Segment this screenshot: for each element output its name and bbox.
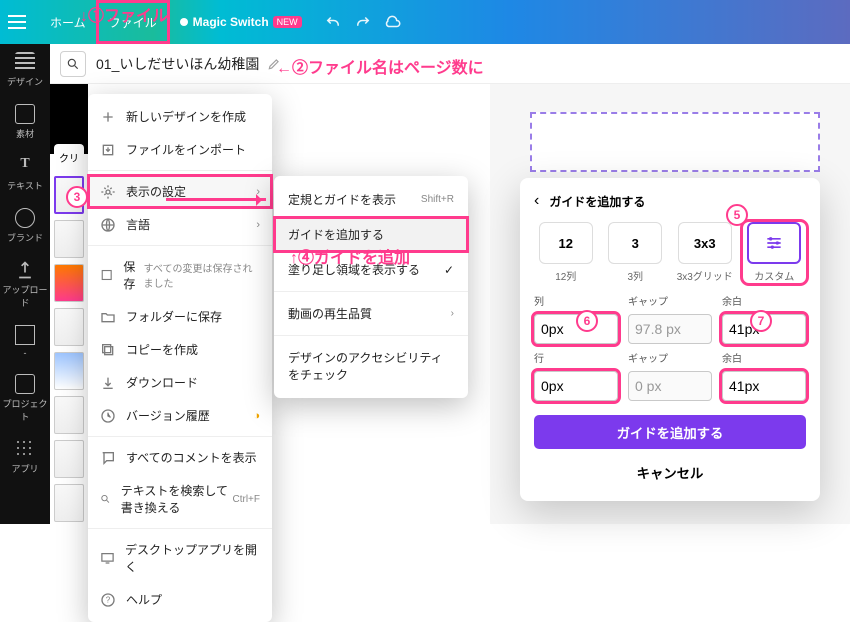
- nav-brand[interactable]: ブランド: [0, 200, 50, 252]
- page-thumb[interactable]: [54, 352, 84, 390]
- input-rows[interactable]: [534, 371, 618, 401]
- page-thumb[interactable]: [54, 440, 84, 478]
- home-button[interactable]: ホーム: [40, 0, 96, 44]
- input-columns[interactable]: [534, 314, 618, 344]
- cloud-icon[interactable]: [384, 13, 402, 31]
- nav-apps[interactable]: アプリ: [0, 431, 50, 483]
- nav-text[interactable]: Tテキスト: [0, 148, 50, 200]
- back-button[interactable]: ‹: [534, 192, 539, 210]
- sliders-icon: [764, 233, 784, 253]
- nav-upload[interactable]: アップロード: [0, 252, 50, 317]
- nav-projects[interactable]: プロジェクト: [0, 366, 50, 431]
- download-icon: [100, 375, 116, 391]
- menu-desktop[interactable]: デスクトップアプリを開く: [88, 533, 272, 583]
- input-margin2[interactable]: [722, 371, 806, 401]
- magic-label: Magic Switch: [193, 15, 269, 29]
- preset-3[interactable]: 33列: [604, 222, 668, 283]
- submenu-a11y[interactable]: デザインのアクセシビリティをチェック: [274, 340, 468, 392]
- menu-save[interactable]: 保存すべての変更は保存されました: [88, 250, 272, 300]
- new-badge: NEW: [273, 16, 302, 28]
- desktop-icon: [100, 550, 115, 566]
- menu-download[interactable]: ダウンロード: [88, 366, 272, 399]
- preset-3x3[interactable]: 3x33x3グリッド: [673, 222, 737, 283]
- page-thumbnails: クリ: [50, 84, 88, 524]
- menu-find[interactable]: テキストを検索して書き換えるCtrl+F: [88, 474, 272, 524]
- menu-comments[interactable]: すべてのコメントを表示: [88, 441, 272, 474]
- menu-import[interactable]: ファイルをインポート: [88, 133, 272, 166]
- page-thumb[interactable]: [54, 176, 84, 214]
- top-bar: ホーム ファイル Magic Switch NEW: [0, 0, 850, 44]
- title-row: 01_いしだせいほん幼稚園: [50, 44, 850, 84]
- search-button[interactable]: [60, 51, 86, 77]
- menu-icon[interactable]: [8, 15, 26, 29]
- chevron-right-icon: ›: [256, 186, 260, 198]
- redo-icon[interactable]: [354, 13, 372, 31]
- menu-new-design[interactable]: 新しいデザインを作成: [88, 100, 272, 133]
- nav-elements[interactable]: 素材: [0, 96, 50, 148]
- magic-switch-button[interactable]: Magic Switch NEW: [170, 0, 312, 44]
- document-title[interactable]: 01_いしだせいほん幼稚園: [96, 54, 259, 74]
- guide-panel: ‹ ガイドを追加する 1212列 33列 3x33x3グリッド カスタム 列 ギ…: [520, 178, 820, 501]
- svg-text:?: ?: [106, 595, 111, 604]
- pencil-icon[interactable]: [267, 57, 281, 71]
- input-gap2[interactable]: [628, 371, 712, 401]
- submenu-add-guide[interactable]: ガイドを追加する: [274, 217, 468, 252]
- menu-language[interactable]: 言語›: [88, 208, 272, 241]
- menu-versions[interactable]: バージョン履歴◑: [88, 399, 272, 432]
- menu-display-settings[interactable]: 表示の設定›: [88, 175, 272, 208]
- page-thumb[interactable]: [54, 264, 84, 302]
- input-margin1[interactable]: [722, 314, 806, 344]
- cancel-button[interactable]: キャンセル: [534, 457, 806, 487]
- help-icon: ?: [100, 592, 116, 608]
- page-thumb[interactable]: [54, 308, 84, 346]
- undo-icon[interactable]: [324, 13, 342, 31]
- preset-12[interactable]: 1212列: [534, 222, 598, 283]
- gear-icon: [100, 184, 116, 200]
- menu-help[interactable]: ?ヘルプ: [88, 583, 272, 616]
- label-rows: 行: [534, 350, 618, 365]
- search-icon: [66, 57, 80, 71]
- submenu-bleed[interactable]: 塗り足し領域を表示する✓: [274, 252, 468, 287]
- history-icon: [100, 408, 116, 424]
- nav-misc[interactable]: -: [0, 317, 50, 366]
- input-gap1[interactable]: [628, 314, 712, 344]
- create-button[interactable]: クリ: [54, 144, 84, 170]
- file-menu: 新しいデザインを作成 ファイルをインポート 表示の設定› 言語› 保存すべての変…: [88, 94, 272, 622]
- check-icon: ✓: [444, 263, 454, 277]
- comment-icon: [100, 450, 116, 466]
- display-submenu: 定規とガイドを表示Shift+R ガイドを追加する 塗り足し領域を表示する✓ 動…: [274, 176, 468, 398]
- menu-copy[interactable]: コピーを作成: [88, 333, 272, 366]
- label-margin2: 余白: [722, 350, 806, 365]
- label-gap: ギャップ: [628, 293, 712, 308]
- label-gap2: ギャップ: [628, 350, 712, 365]
- copy-icon: [100, 342, 116, 358]
- label-margin: 余白: [722, 293, 806, 308]
- canvas-page[interactable]: [530, 112, 820, 172]
- file-button[interactable]: ファイル: [96, 0, 170, 44]
- panel-title: ガイドを追加する: [549, 193, 645, 210]
- page-thumb[interactable]: [54, 484, 84, 522]
- add-guide-button[interactable]: ガイドを追加する: [534, 415, 806, 449]
- nav-design[interactable]: デザイン: [0, 44, 50, 96]
- folder-icon: [100, 309, 116, 325]
- page-thumb[interactable]: [54, 220, 84, 258]
- label-columns: 列: [534, 293, 618, 308]
- submenu-quality[interactable]: 動画の再生品質›: [274, 296, 468, 331]
- preset-custom[interactable]: カスタム: [743, 222, 807, 283]
- globe-icon: [100, 217, 116, 233]
- left-nav: デザイン 素材 Tテキスト ブランド アップロード - プロジェクト アプリ: [0, 44, 50, 524]
- page-thumb[interactable]: [54, 396, 84, 434]
- menu-save-folder[interactable]: フォルダーに保存: [88, 300, 272, 333]
- submenu-ruler[interactable]: 定規とガイドを表示Shift+R: [274, 182, 468, 217]
